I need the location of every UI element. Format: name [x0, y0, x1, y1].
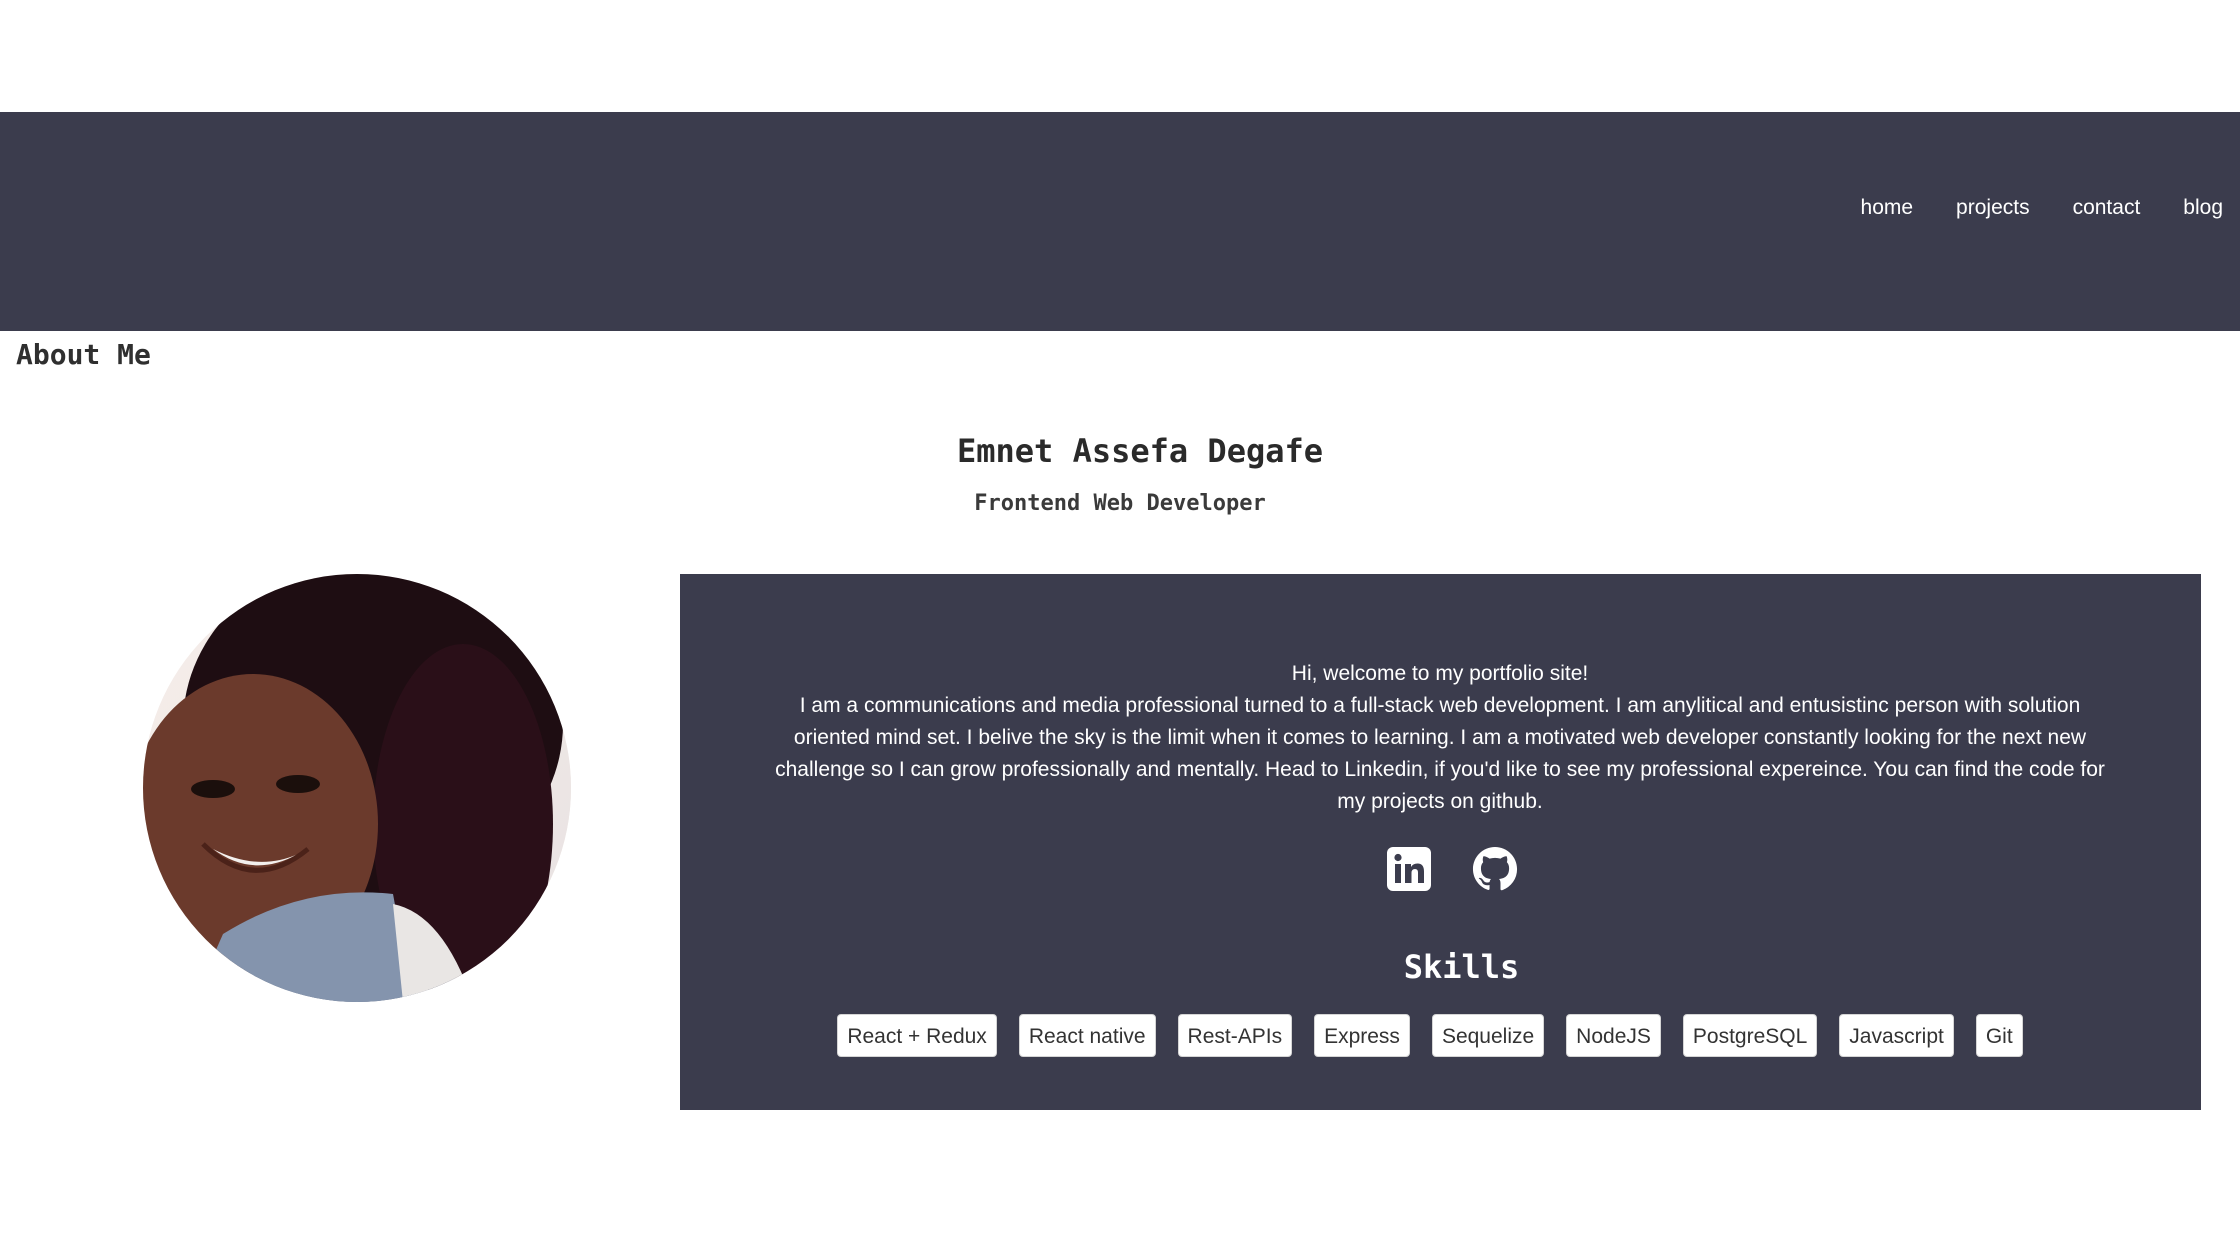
social-links [680, 846, 2201, 892]
about-card: Hi, welcome to my portfolio site! I am a… [680, 574, 2201, 1110]
skill-badge: Express [1314, 1014, 1410, 1057]
skills-title: Skills [1403, 948, 1520, 986]
skill-badge: Git [1975, 1014, 2023, 1057]
skill-badge: Javascript [1839, 1014, 1954, 1057]
linkedin-icon [1386, 847, 1431, 891]
about-heading: About Me [16, 338, 151, 371]
skill-badge: React native [1018, 1014, 1156, 1057]
nav-links: home projects contact blog [1861, 193, 2223, 223]
bio-text: I am a communications and media professi… [775, 694, 2105, 813]
nav-contact-link[interactable]: contact [2073, 193, 2141, 223]
skill-badge: NodeJS [1566, 1014, 1661, 1057]
intro-text: Hi, welcome to my portfolio site! I am a… [775, 658, 2105, 818]
profile-name: Emnet Assefa Degafe [956, 432, 1324, 470]
profile-photo [143, 574, 571, 1002]
skill-badge: React + Redux [837, 1014, 997, 1057]
nav-projects-link[interactable]: projects [1956, 193, 2030, 223]
skill-badge: Sequelize [1431, 1014, 1545, 1057]
profile-photo-illustration [143, 574, 571, 1002]
github-link[interactable] [1472, 846, 1518, 892]
linkedin-link[interactable] [1386, 846, 1432, 892]
nav-home-link[interactable]: home [1861, 193, 1914, 223]
skill-badge: Rest-APIs [1177, 1014, 1293, 1057]
greeting-text: Hi, welcome to my portfolio site! [1291, 662, 1589, 685]
profile-role: Frontend Web Developer [974, 491, 1266, 516]
github-icon [1472, 846, 1517, 891]
skills-list: React + Redux React native Rest-APIs Exp… [680, 1014, 2180, 1057]
skill-badge: PostgreSQL [1682, 1014, 1818, 1057]
nav-blog-link[interactable]: blog [2183, 193, 2223, 223]
